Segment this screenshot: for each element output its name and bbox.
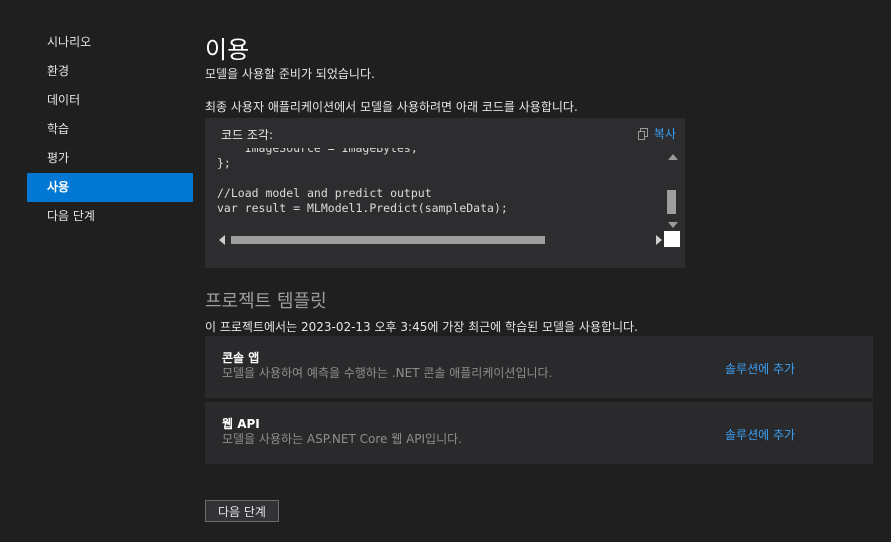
template-card-description: 모델을 사용하는 ASP.NET Core 웹 API입니다. xyxy=(222,432,462,446)
vertical-scroll-thumb[interactable] xyxy=(667,190,676,214)
copy-label: 복사 xyxy=(653,127,676,141)
template-card-console-app: 콘솔 앱 모델을 사용하여 예측을 수행하는 .NET 콘솔 애플리케이션입니다… xyxy=(205,336,873,398)
page-title: 이용 xyxy=(205,36,250,64)
scroll-up-arrow-icon[interactable] xyxy=(668,154,678,160)
sidebar-item-scenario[interactable]: 시나리오 xyxy=(27,28,193,57)
horizontal-scrollbar[interactable] xyxy=(215,231,664,247)
next-step-button[interactable]: 다음 단계 xyxy=(205,500,279,522)
scroll-down-arrow-icon[interactable] xyxy=(668,222,678,228)
vertical-scrollbar[interactable] xyxy=(664,150,680,230)
project-templates-title: 프로젝트 템플릿 xyxy=(205,291,327,312)
project-templates-description: 이 프로젝트에서는 2023-02-13 오후 3:45에 가장 최근에 학습된… xyxy=(205,320,638,334)
code-snippet-header: 코드 조각: xyxy=(221,128,274,142)
code-line: var result = MLModel1.Predict(sampleData… xyxy=(217,201,508,215)
add-to-solution-webapi-link[interactable]: 솔루션에 추가 xyxy=(725,426,795,443)
code-line: }; xyxy=(217,156,231,170)
copy-button[interactable]: 복사 xyxy=(637,125,676,142)
horizontal-scroll-thumb[interactable] xyxy=(231,236,545,244)
code-line: ImageSource = ImageBytes, xyxy=(217,148,418,155)
scroll-right-arrow-icon[interactable] xyxy=(656,235,662,245)
scrollbar-corner xyxy=(664,231,680,247)
sidebar-item-evaluate[interactable]: 평가 xyxy=(27,144,193,173)
code-line: //Load model and predict output xyxy=(217,186,432,200)
sidebar-item-consume[interactable]: 사용 xyxy=(27,173,193,202)
template-card-description: 모델을 사용하여 예측을 수행하는 .NET 콘솔 애플리케이션입니다. xyxy=(222,366,553,380)
sidebar-item-train[interactable]: 학습 xyxy=(27,115,193,144)
code-intro-text: 최종 사용자 애플리케이션에서 모델을 사용하려면 아래 코드를 사용합니다. xyxy=(205,100,578,114)
template-card-web-api: 웹 API 모델을 사용하는 ASP.NET Core 웹 API입니다. 솔루… xyxy=(205,402,873,464)
sidebar-item-data[interactable]: 데이터 xyxy=(27,86,193,115)
page-subtitle: 모델을 사용할 준비가 되었습니다. xyxy=(205,67,375,81)
sidebar-nav: 시나리오 환경 데이터 학습 평가 사용 다음 단계 xyxy=(27,28,193,231)
copy-icon xyxy=(637,127,649,140)
scroll-left-arrow-icon[interactable] xyxy=(219,235,225,245)
sidebar-item-next-steps[interactable]: 다음 단계 xyxy=(27,202,193,231)
code-snippet-panel: 코드 조각: 복사 ImageSource = ImageBytes, }; /… xyxy=(205,118,685,268)
add-to-solution-console-link[interactable]: 솔루션에 추가 xyxy=(725,360,795,377)
sidebar-item-environment[interactable]: 환경 xyxy=(27,57,193,86)
